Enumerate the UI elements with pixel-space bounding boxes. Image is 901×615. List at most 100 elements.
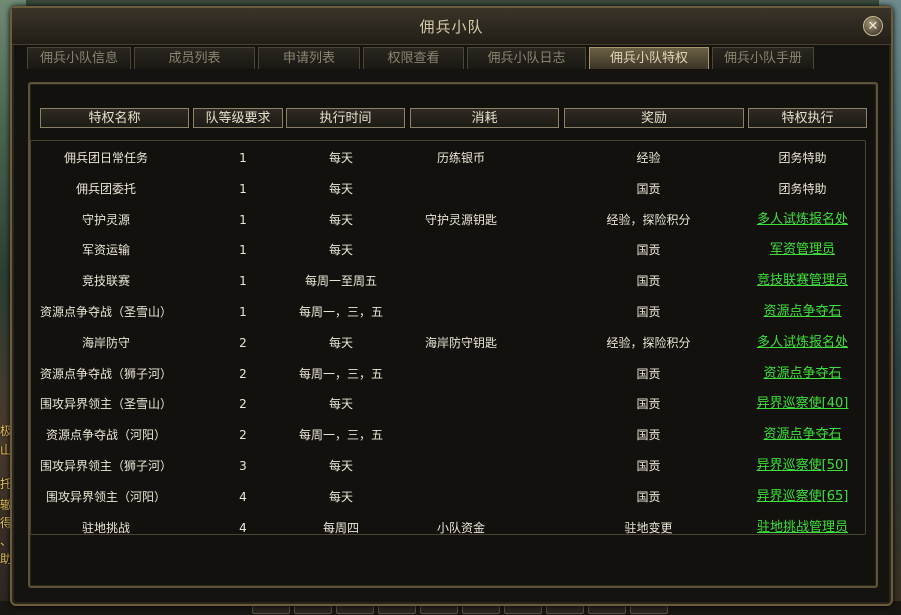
table-row: 佣兵团日常任务 1 每天 历练银币 经验 团务特助 — [31, 143, 865, 173]
level-requirement-cell: 4 — [239, 520, 247, 535]
level-requirement-cell: 1 — [239, 274, 247, 289]
tab-team-info[interactable]: 佣兵小队信息 — [27, 47, 131, 69]
cost-cell — [411, 451, 511, 481]
table-row: 驻地挑战 4 每周四 小队资金 驻地变更 驻地挑战管理员 — [31, 513, 865, 535]
column-header-privilege-execute: 特权执行 — [748, 108, 867, 128]
table-row: 资源点争夺战（圣雪山） 1 每周一，三，五 国贡 资源点争夺石 — [31, 297, 865, 327]
privilege-name-cell: 资源点争夺战（圣雪山） — [39, 305, 172, 319]
cost-cell: 守护灵源钥匙 — [424, 212, 497, 227]
tab-application-list[interactable]: 申请列表 — [258, 47, 360, 69]
reward-cell: 驻地变更 — [624, 520, 673, 535]
privilege-action-cell: 团务特助 — [778, 151, 827, 165]
level-requirement-cell: 2 — [239, 366, 247, 381]
privilege-action-cell: 团务特助 — [778, 181, 827, 196]
column-header-reward: 奖励 — [564, 108, 744, 128]
execution-time-cell: 每周一，三，五 — [298, 428, 383, 443]
privilege-action-link[interactable]: 资源点争夺石 — [741, 297, 864, 327]
cost-cell — [411, 389, 511, 419]
privilege-name-cell: 守护灵源 — [81, 212, 130, 227]
cost-cell — [411, 359, 511, 389]
execution-time-cell: 每天 — [328, 181, 353, 196]
cost-cell: 海岸防守钥匙 — [424, 335, 497, 350]
execution-time-cell: 每周一至周五 — [304, 274, 377, 289]
privilege-name-cell: 资源点争夺战（狮子河） — [39, 366, 172, 381]
privilege-name-cell: 驻地挑战 — [81, 520, 130, 535]
privilege-table[interactable]: 佣兵团日常任务 1 每天 历练银币 经验 团务特助 佣兵团委托 1 每天 国贡 团务特助 守护灵源 1 每… — [30, 140, 866, 535]
cost-cell — [411, 420, 511, 450]
cost-cell: 历练银币 — [436, 151, 485, 165]
reward-cell: 国贡 — [636, 428, 661, 443]
execution-time-cell: 每天 — [328, 335, 353, 350]
level-requirement-cell: 1 — [239, 305, 247, 319]
level-requirement-cell: 1 — [239, 181, 247, 196]
level-requirement-cell: 1 — [239, 243, 247, 258]
privilege-name-cell: 海岸防守 — [81, 335, 130, 350]
privilege-name-cell: 围攻异界领主（圣雪山） — [39, 397, 172, 412]
table-row: 军资运输 1 每天 国贡 军资管理员 — [31, 235, 865, 265]
reward-cell: 国贡 — [636, 243, 661, 258]
column-header-level-requirement: 队等级要求 — [193, 108, 283, 128]
cost-cell — [411, 174, 511, 204]
reward-cell: 经验，探险积分 — [606, 335, 691, 350]
window-titlebar[interactable]: 佣兵小队 ✕ — [12, 8, 891, 45]
privilege-action-link[interactable]: 多人试炼报名处 — [741, 328, 864, 358]
privilege-action-link[interactable]: 资源点争夺石 — [741, 359, 864, 389]
table-row: 资源点争夺战（狮子河） 2 每周一，三，五 国贡 资源点争夺石 — [31, 359, 865, 389]
tab-permission-view[interactable]: 权限查看 — [363, 47, 464, 69]
level-requirement-cell: 3 — [239, 459, 247, 473]
table-row: 海岸防守 2 每天 海岸防守钥匙 经验，探险积分 多人试炼报名处 — [31, 328, 865, 358]
privilege-action-link[interactable]: 军资管理员 — [741, 235, 864, 265]
tab-team-manual[interactable]: 佣兵小队手册 — [712, 47, 814, 69]
level-requirement-cell: 1 — [239, 151, 247, 165]
reward-cell: 国贡 — [636, 397, 661, 412]
execution-time-cell: 每天 — [328, 243, 353, 258]
column-header-execution-time: 执行时间 — [286, 108, 405, 128]
table-row: 佣兵团委托 1 每天 国贡 团务特助 — [31, 174, 865, 204]
window-title: 佣兵小队 — [419, 18, 484, 36]
privilege-action-link[interactable]: 驻地挑战管理员 — [741, 513, 864, 534]
privilege-action-link[interactable]: 异界巡察使[50] — [741, 451, 864, 481]
level-requirement-cell: 2 — [239, 397, 247, 412]
reward-cell: 国贡 — [636, 489, 661, 504]
privilege-action-link[interactable]: 异界巡察使[65] — [741, 482, 864, 512]
execution-time-cell: 每天 — [328, 397, 353, 412]
reward-cell: 国贡 — [636, 366, 661, 381]
table-row: 围攻异界领主（河阳） 4 每天 国贡 异界巡察使[65] — [31, 482, 865, 512]
level-requirement-cell: 1 — [239, 212, 247, 227]
reward-cell: 国贡 — [636, 459, 661, 473]
execution-time-cell: 每天 — [328, 489, 353, 504]
reward-cell: 经验，探险积分 — [606, 212, 691, 227]
privilege-action-link[interactable]: 多人试炼报名处 — [741, 205, 864, 235]
privilege-name-cell: 竞技联赛 — [81, 274, 130, 289]
execution-time-cell: 每周一，三，五 — [298, 366, 383, 381]
table-row: 围攻异界领主（狮子河） 3 每天 国贡 异界巡察使[50] — [31, 451, 865, 481]
cost-cell — [411, 266, 511, 296]
execution-time-cell: 每周一，三，五 — [298, 305, 383, 319]
reward-cell: 国贡 — [636, 274, 661, 289]
close-icon[interactable]: ✕ — [863, 16, 883, 36]
privilege-name-cell: 佣兵团日常任务 — [63, 151, 148, 165]
execution-time-cell: 每天 — [328, 212, 353, 227]
table-row: 围攻异界领主（圣雪山） 2 每天 国贡 异界巡察使[40] — [31, 389, 865, 419]
level-requirement-cell: 2 — [239, 335, 247, 350]
execution-time-cell: 每天 — [328, 151, 353, 165]
tab-member-list[interactable]: 成员列表 — [134, 47, 255, 69]
reward-cell: 国贡 — [636, 181, 661, 196]
column-header-cost: 消耗 — [410, 108, 559, 128]
table-row: 资源点争夺战（河阳） 2 每周一，三，五 国贡 资源点争夺石 — [31, 420, 865, 450]
privilege-action-link[interactable]: 竞技联赛管理员 — [741, 266, 864, 296]
level-requirement-cell: 2 — [239, 428, 247, 443]
level-requirement-cell: 4 — [239, 489, 247, 504]
privilege-name-cell: 佣兵团委托 — [75, 181, 136, 196]
privilege-action-link[interactable]: 资源点争夺石 — [741, 420, 864, 450]
execution-time-cell: 每周四 — [322, 520, 359, 535]
execution-time-cell: 每天 — [328, 459, 353, 473]
cost-cell — [411, 482, 511, 512]
privilege-action-link[interactable]: 异界巡察使[40] — [741, 389, 864, 419]
privilege-name-cell: 军资运输 — [81, 243, 130, 258]
cost-cell — [411, 297, 511, 327]
privilege-name-cell: 围攻异界领主（河阳） — [45, 489, 166, 504]
cost-cell — [411, 235, 511, 265]
tab-team-privileges[interactable]: 佣兵小队特权 — [589, 47, 709, 69]
tab-team-log[interactable]: 佣兵小队日志 — [467, 47, 586, 69]
